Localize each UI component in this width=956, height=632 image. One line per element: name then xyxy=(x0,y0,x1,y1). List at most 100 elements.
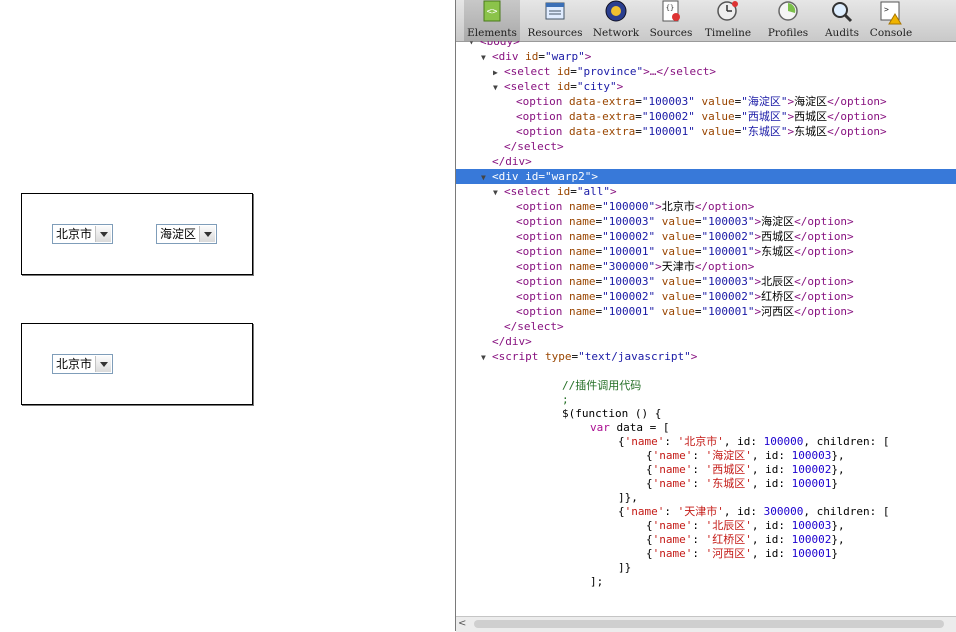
chevron-down-icon[interactable] xyxy=(199,226,216,242)
code-token: 'name' xyxy=(624,505,665,518)
script-line: {'name': '东城区', id: 100001} xyxy=(456,477,956,491)
tab-console[interactable]: > Console xyxy=(866,0,916,41)
tag-open: <body> xyxy=(480,41,520,48)
dom-node-row[interactable]: ▼ <div id="warp2"> xyxy=(456,169,956,184)
tag-open: <option xyxy=(516,200,563,213)
attr-value: "100002" xyxy=(602,230,656,243)
horizontal-scrollbar[interactable]: < xyxy=(456,616,956,632)
attr-name: value xyxy=(661,290,695,303)
tag-close: </select> xyxy=(504,140,564,153)
code-token: 'name' xyxy=(652,519,693,532)
code-token: 100003 xyxy=(791,449,832,462)
dom-node-row[interactable]: <option data-extra="100002" value="西城区">… xyxy=(456,109,956,124)
code-token: 100002 xyxy=(791,533,832,546)
code-token: ; xyxy=(562,393,569,406)
tab-resources[interactable]: Resources xyxy=(526,0,584,41)
attr-name: type xyxy=(544,350,572,363)
collapse-arrow-icon[interactable]: ▼ xyxy=(493,185,504,200)
code-token: : xyxy=(692,547,706,560)
dom-node-row[interactable]: ▶ <select id="province">…</select> xyxy=(456,64,956,79)
attr-name: id xyxy=(556,65,571,78)
attr-value: "东城区" xyxy=(741,125,788,138)
script-line: {'name': '河西区', id: 100001} xyxy=(456,547,956,561)
collapse-arrow-icon[interactable]: ▼ xyxy=(481,350,492,365)
attr-name: name xyxy=(568,215,596,228)
province-select[interactable]: 北京市 xyxy=(52,224,114,244)
attr-name: name xyxy=(568,275,596,288)
code-token: '西城区' xyxy=(705,463,752,476)
tag-end: > xyxy=(584,50,592,63)
tag-open: <option xyxy=(516,95,563,108)
dom-node-row[interactable]: ▾ <body> xyxy=(456,41,956,49)
dom-node-row[interactable]: <option name="100002" value="100002">西城区… xyxy=(456,229,956,244)
tag-open: <select xyxy=(504,185,551,198)
chevron-down-icon[interactable] xyxy=(95,356,112,372)
dom-node-row[interactable]: <option name="100003" value="100003">海淀区… xyxy=(456,214,956,229)
text-node: 河西区 xyxy=(761,305,795,318)
dom-node-row[interactable]: </select> xyxy=(456,319,956,334)
tab-audits[interactable]: Audits xyxy=(820,0,864,41)
dom-node-row[interactable]: <option name="100003" value="100003">北辰区… xyxy=(456,274,956,289)
dom-node-row[interactable]: ▼ <select id="city"> xyxy=(456,79,956,94)
code-token: 100003 xyxy=(791,519,832,532)
expand-arrow-icon[interactable]: ▶ xyxy=(493,65,504,80)
tag-open: <option xyxy=(516,230,563,243)
tab-elements[interactable]: <> Elements xyxy=(464,0,520,41)
svg-text:<>: <> xyxy=(487,7,498,17)
province-select-value: 北京市 xyxy=(56,227,93,241)
text-node: 海淀区 xyxy=(794,95,828,108)
dom-node-row[interactable]: </div> xyxy=(456,334,956,349)
attr-value: "100001" xyxy=(701,305,755,318)
dom-node-row[interactable]: </select> xyxy=(456,139,956,154)
dom-node-row[interactable]: <option name="100000">北京市</option> xyxy=(456,199,956,214)
tab-network[interactable]: Network xyxy=(590,0,642,41)
all-select[interactable]: 北京市 xyxy=(52,354,114,374)
code-token: ]}, xyxy=(618,491,638,504)
code-token: 'name' xyxy=(652,547,693,560)
tab-label: Network xyxy=(592,27,640,39)
code-token: 'name' xyxy=(652,449,693,462)
dom-node-row[interactable]: ▼ <div id="warp"> xyxy=(456,49,956,64)
dom-node-row[interactable]: ▼ <script type="text/javascript"> xyxy=(456,349,956,364)
tab-timeline[interactable]: Timeline xyxy=(700,0,756,41)
collapse-arrow-icon[interactable]: ▼ xyxy=(481,50,492,65)
text-node: 北京市 xyxy=(661,200,695,213)
attr-value: "100003" xyxy=(602,215,656,228)
scroll-left-icon[interactable]: < xyxy=(458,618,466,629)
dom-node-row[interactable]: </div> xyxy=(456,154,956,169)
devtools-panel: <> Elements Resources Network {} Sources… xyxy=(455,0,956,632)
city-select[interactable]: 海淀区 xyxy=(156,224,218,244)
dom-node-row[interactable]: <option name="100001" value="100001">东城区… xyxy=(456,244,956,259)
chevron-down-icon[interactable] xyxy=(95,226,112,242)
console-icon: > xyxy=(880,1,902,25)
script-line: ]}, xyxy=(456,491,956,505)
text-node: 天津市 xyxy=(661,260,695,273)
attr-value: "100003" xyxy=(641,95,695,108)
attr-name: name xyxy=(568,260,596,273)
script-line: ]; xyxy=(456,575,956,589)
elements-tree[interactable]: ▾ <body> ▼ <div id="warp"> ▶ <select id="prov… xyxy=(456,41,956,616)
dom-node-row[interactable]: <option name="300000">天津市</option> xyxy=(456,259,956,274)
scrollbar-thumb[interactable] xyxy=(474,620,944,628)
code-token: '东城区' xyxy=(705,477,752,490)
all-select-value: 北京市 xyxy=(56,357,93,371)
tag-open: <option xyxy=(516,290,563,303)
tag-close: </select> xyxy=(504,320,564,333)
attr-name: value xyxy=(701,125,735,138)
tag-open: <script xyxy=(492,350,539,363)
tab-profiles[interactable]: Profiles xyxy=(760,0,816,41)
attr-value: "city" xyxy=(576,80,617,93)
tab-sources[interactable]: {} Sources xyxy=(646,0,696,41)
dom-node-row[interactable]: <option data-extra="100001" value="东城区">… xyxy=(456,124,956,139)
attr-value: "100002" xyxy=(701,290,755,303)
dom-node-row[interactable]: <option data-extra="100003" value="海淀区">… xyxy=(456,94,956,109)
dom-node-row[interactable]: ▼ <select id="all"> xyxy=(456,184,956,199)
attr-name: id xyxy=(556,80,571,93)
attr-value: "100003" xyxy=(701,275,755,288)
script-line: ; xyxy=(456,393,956,407)
collapse-arrow-icon[interactable]: ▼ xyxy=(493,80,504,95)
collapse-arrow-icon[interactable]: ▼ xyxy=(481,170,492,185)
dom-node-row[interactable]: <option name="100001" value="100001">河西区… xyxy=(456,304,956,319)
dom-node-row[interactable]: <option name="100002" value="100002">红桥区… xyxy=(456,289,956,304)
tag-end: > xyxy=(609,185,617,198)
